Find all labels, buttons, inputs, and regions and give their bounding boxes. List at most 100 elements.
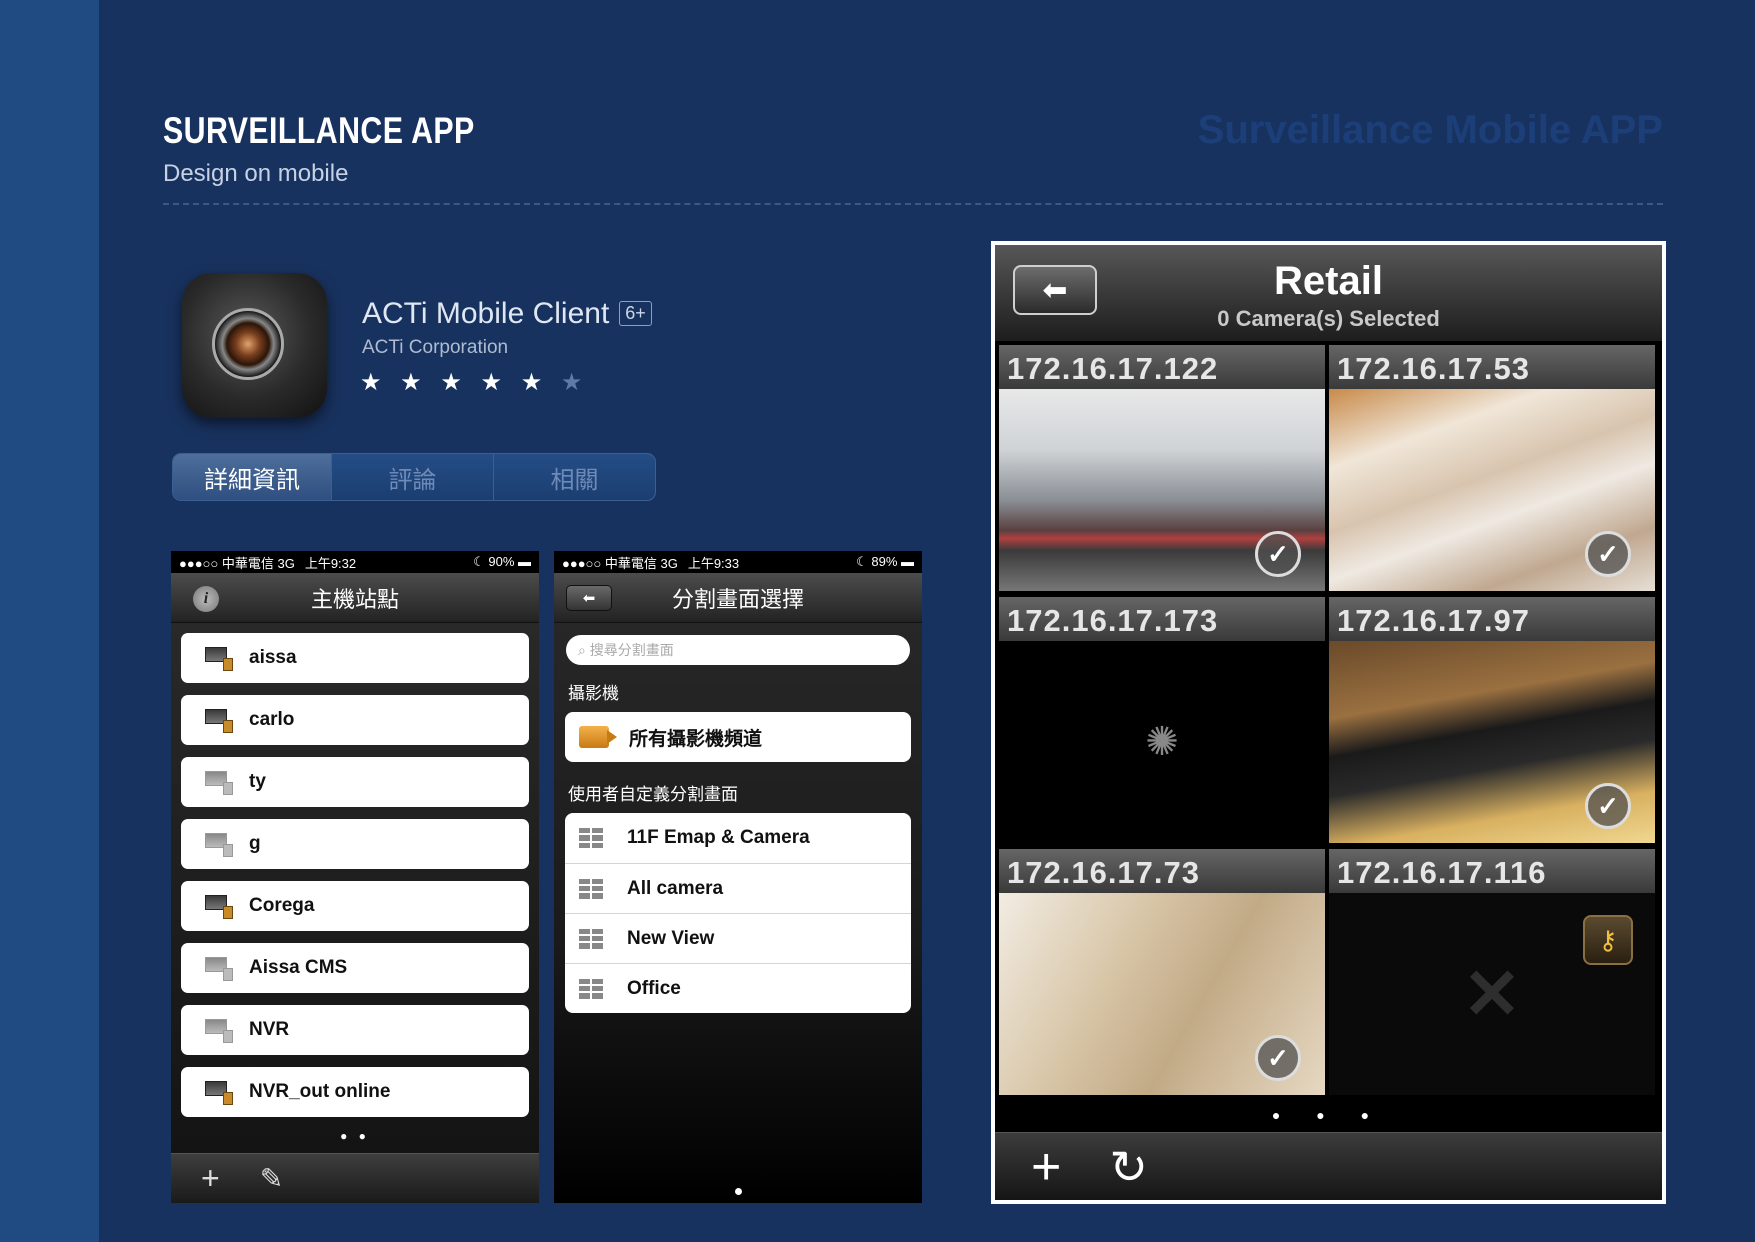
refresh-icon[interactable]: ↻ xyxy=(1109,1140,1148,1194)
battery: ☾ 90% ▬ xyxy=(473,554,531,569)
host-icon xyxy=(203,1079,233,1105)
view-row[interactable]: New View xyxy=(565,913,911,963)
watermark-title: Surveillance Mobile APP xyxy=(1197,108,1663,152)
camera-lens-icon xyxy=(212,308,284,380)
nav-bar: i 主機站點 xyxy=(171,573,539,623)
camera-tile[interactable]: 172.16.17.97 ✓ xyxy=(1329,597,1655,847)
nav-bar: ⬅ 分割畫面選擇 xyxy=(554,573,922,623)
host-icon xyxy=(203,831,233,857)
camera-ip: 172.16.17.173 xyxy=(999,597,1325,641)
grid-icon xyxy=(579,928,603,949)
search-input[interactable]: ⌕ 搜尋分割畫面 xyxy=(566,635,910,665)
camera-tile[interactable]: 172.16.17.122 ✓ xyxy=(999,345,1325,595)
camera-feed: ✺ xyxy=(999,641,1325,843)
camera-ip: 172.16.17.73 xyxy=(999,849,1325,893)
rating-stars: ★ ★ ★ ★ ★ ★ xyxy=(360,368,588,397)
row-label: Office xyxy=(627,977,681,999)
host-icon xyxy=(203,769,233,795)
phone-view-select: ●●●○○ 中華電信 3G 上午9:33 ☾ 89% ▬ ⬅ 分割畫面選擇 ⌕ 搜尋分… xyxy=(554,551,922,1203)
camera-ip: 172.16.17.116 xyxy=(1329,849,1655,893)
views-group: 11F Emap & Camera All camera New View Of… xyxy=(565,813,911,1013)
view-row[interactable]: Office xyxy=(565,963,911,1013)
search-placeholder: 搜尋分割畫面 xyxy=(589,642,674,658)
carrier: ●●●○○ 中華電信 3G xyxy=(179,555,295,571)
host-row[interactable]: aissa xyxy=(181,633,529,683)
status-bar: ●●●○○ 中華電信 3G 上午9:32 ☾ 90% ▬ xyxy=(171,551,539,573)
camera-grid-screen: ⬅ Retail 0 Camera(s) Selected 172.16.17.… xyxy=(991,241,1666,1204)
left-band xyxy=(0,0,99,1242)
host-label: Corega xyxy=(249,895,315,916)
info-icon[interactable]: i xyxy=(193,586,219,612)
back-button[interactable]: ⬅ xyxy=(566,585,612,611)
page-dots: ● ● ● xyxy=(995,1107,1662,1123)
host-row[interactable]: Corega xyxy=(181,881,529,931)
check-icon[interactable]: ✓ xyxy=(1585,783,1631,829)
host-row[interactable]: NVR_out online xyxy=(181,1067,529,1117)
camera-tile[interactable]: 172.16.17.53 ✓ xyxy=(1329,345,1655,595)
nav-title: 主機站點 xyxy=(310,586,399,612)
view-row[interactable]: 11F Emap & Camera xyxy=(565,813,911,863)
tab-related[interactable]: 相關 xyxy=(493,454,655,500)
tab-details[interactable]: 詳細資訊 xyxy=(173,454,331,500)
host-icon xyxy=(203,1017,233,1043)
section-header-custom: 使用者自定義分割畫面 xyxy=(568,785,738,804)
camera-ip: 172.16.17.53 xyxy=(1329,345,1655,389)
host-row[interactable]: NVR xyxy=(181,1005,529,1055)
dots-text: ● ● xyxy=(340,1129,370,1143)
host-row[interactable]: g xyxy=(181,819,529,869)
check-icon[interactable]: ✓ xyxy=(1585,531,1631,577)
grid-icon xyxy=(579,828,603,848)
back-button[interactable]: ⬅ xyxy=(1013,265,1097,315)
camera-tile[interactable]: 172.16.17.73 ✓ xyxy=(999,849,1325,1099)
carrier: ●●●○○ 中華電信 3G xyxy=(562,555,678,571)
status-bar: ●●●○○ 中華電信 3G 上午9:33 ☾ 89% ▬ xyxy=(554,551,922,573)
add-icon[interactable]: + xyxy=(201,1160,220,1197)
host-label: aissa xyxy=(249,647,297,668)
nav-title: 分割畫面選擇 xyxy=(671,586,804,612)
host-row[interactable]: ty xyxy=(181,757,529,807)
host-label: NVR_out online xyxy=(249,1081,391,1102)
time: 上午9:32 xyxy=(304,555,357,571)
row-label: New View xyxy=(627,927,715,949)
time: 上午9:33 xyxy=(687,555,740,571)
section-header-camera: 攝影機 xyxy=(568,684,619,703)
page-dot xyxy=(735,1188,742,1195)
add-icon[interactable]: + xyxy=(1031,1137,1061,1197)
app-icon xyxy=(182,273,327,418)
divider xyxy=(163,203,1663,205)
key-icon[interactable]: ⚷ xyxy=(1583,915,1633,965)
grid-icon xyxy=(579,978,603,999)
grid-icon xyxy=(579,878,603,899)
tab-reviews[interactable]: 評論 xyxy=(331,454,493,500)
camera-ip: 172.16.17.122 xyxy=(999,345,1325,389)
video-camera-icon xyxy=(579,726,617,748)
host-icon xyxy=(203,893,233,919)
view-row[interactable]: All camera xyxy=(565,863,911,913)
host-row[interactable]: Aissa CMS xyxy=(181,943,529,993)
battery: ☾ 89% ▬ xyxy=(856,554,914,569)
camera-group: 所有攝影機頻道 xyxy=(565,712,911,762)
camera-ip: 172.16.17.97 xyxy=(1329,597,1655,641)
camera-tile[interactable]: 172.16.17.116 ✕ ⚷ xyxy=(1329,849,1655,1099)
row-label: 所有攝影機頻道 xyxy=(629,728,763,750)
dots-text: ● ● ● xyxy=(1271,1107,1386,1123)
segmented-tabs: 詳細資訊 評論 相關 xyxy=(172,453,656,501)
toolbar: + ✎ xyxy=(171,1153,539,1203)
phone-host-list: ●●●○○ 中華電信 3G 上午9:32 ☾ 90% ▬ i 主機站點 aissa c… xyxy=(171,551,539,1203)
toolbar: + ↻ xyxy=(995,1132,1662,1200)
page-title: SURVEILLANCE APP xyxy=(163,110,475,151)
host-label: g xyxy=(249,833,261,854)
app-name: ACTi Mobile Client 6+ xyxy=(362,297,652,331)
host-row[interactable]: carlo xyxy=(181,695,529,745)
nav-bar: ⬅ Retail 0 Camera(s) Selected xyxy=(995,245,1662,341)
edit-icon[interactable]: ✎ xyxy=(260,1162,283,1195)
check-icon[interactable]: ✓ xyxy=(1255,1035,1301,1081)
star-off: ★ xyxy=(560,369,589,396)
camera-tile[interactable]: 172.16.17.173 ✺ xyxy=(999,597,1325,847)
check-icon[interactable]: ✓ xyxy=(1255,531,1301,577)
host-label: ty xyxy=(249,771,266,792)
host-label: Aissa CMS xyxy=(249,957,348,978)
host-icon xyxy=(203,645,233,671)
host-label: carlo xyxy=(249,709,295,730)
all-cameras-row[interactable]: 所有攝影機頻道 xyxy=(565,712,911,762)
